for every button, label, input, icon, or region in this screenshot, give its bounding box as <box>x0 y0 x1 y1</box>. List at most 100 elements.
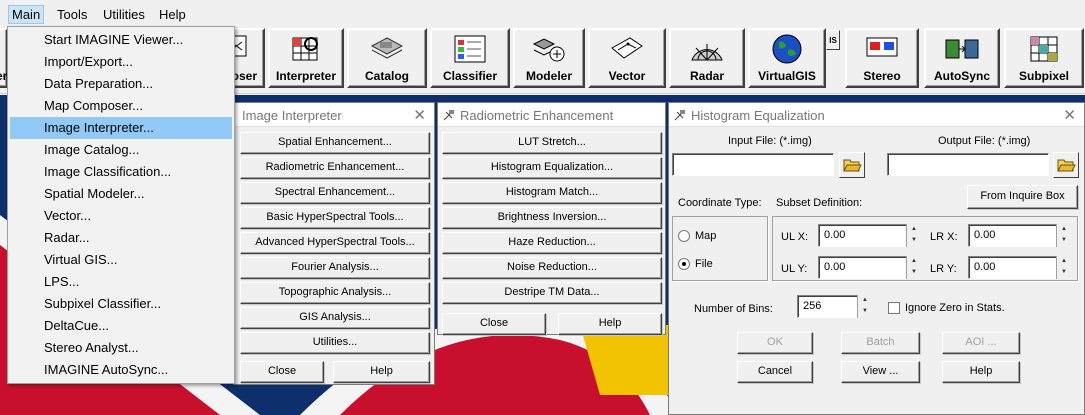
radiometric-enhancement-window: Radiometric Enhancement LUT Stretch... H… <box>437 102 666 335</box>
menu-tools[interactable]: Tools <box>53 5 91 24</box>
toolbar-label-stereo: Stereo <box>863 69 901 83</box>
close-icon[interactable]: ✕ <box>1063 106 1076 124</box>
menu-main[interactable]: Main <box>8 5 45 24</box>
spatial-enhancement-button[interactable]: Spatial Enhancement... <box>240 132 430 154</box>
toolbar-small-button[interactable]: IS <box>826 30 840 50</box>
brightness-inversion-button[interactable]: Brightness Inversion... <box>442 207 662 229</box>
bins-spinbox[interactable]: 256 ▲ ▼ <box>797 295 872 318</box>
menu-item-image-interpreter[interactable]: Image Interpreter... <box>10 117 232 139</box>
menu-item-stereo-analyst[interactable]: Stereo Analyst... <box>10 337 232 359</box>
globe-icon <box>772 34 802 64</box>
batch-button[interactable]: Batch <box>841 332 920 354</box>
file-radio[interactable] <box>678 258 690 270</box>
toolbar-button-interpreter[interactable]: Interpreter <box>268 28 344 88</box>
menu-item-radar[interactable]: Radar... <box>10 227 232 249</box>
output-folder-button[interactable] <box>1053 152 1079 178</box>
close-button[interactable]: Close <box>442 313 546 335</box>
haze-reduction-button[interactable]: Haze Reduction... <box>442 232 662 254</box>
toolbar-label-interpreter: Interpreter <box>275 69 337 83</box>
radar-icon <box>691 44 723 61</box>
lrx-label: LR X: <box>930 231 958 243</box>
output-file-field[interactable] <box>887 153 1049 176</box>
from-inquire-box-button[interactable]: From Inquire Box <box>967 185 1078 209</box>
menu-item-data-preparation[interactable]: Data Preparation... <box>10 73 232 95</box>
subset-definition-label: Subset Definition: <box>776 197 863 209</box>
ok-button[interactable]: OK <box>737 332 813 354</box>
menu-item-map-composer[interactable]: Map Composer... <box>10 95 232 117</box>
lrx-spin-arrows[interactable]: ▲ ▼ <box>1056 224 1071 247</box>
interpreter-icon <box>292 37 318 61</box>
ulx-spinbox[interactable]: 0.00 ▲ ▼ <box>818 224 921 247</box>
toolbar-button-vector[interactable]: Vector <box>588 28 666 88</box>
menu-item-image-classification[interactable]: Image Classification... <box>10 161 232 183</box>
noise-reduction-button[interactable]: Noise Reduction... <box>442 257 662 279</box>
menu-item-virtual-gis[interactable]: Virtual GIS... <box>10 249 232 271</box>
histogram-title: Histogram Equalization <box>691 108 825 123</box>
menu-item-autosync[interactable]: IMAGINE AutoSync... <box>10 359 232 381</box>
gis-analysis-button[interactable]: GIS Analysis... <box>240 307 430 329</box>
catalog-icon <box>370 37 404 59</box>
uly-spinbox[interactable]: 0.00 ▲ ▼ <box>818 256 921 279</box>
spectral-enhancement-button[interactable]: Spectral Enhancement... <box>240 182 430 204</box>
menu-item-vector[interactable]: Vector... <box>10 205 232 227</box>
toolbar-button-virtualgis[interactable]: VirtualGIS <box>748 28 826 88</box>
input-folder-button[interactable] <box>839 152 865 178</box>
lry-spinbox[interactable]: 0.00 ▲ ▼ <box>968 256 1071 279</box>
aoi-button[interactable]: AOI ... <box>942 332 1020 354</box>
menu-help[interactable]: Help <box>155 5 190 24</box>
toolbar-button-subpixel[interactable]: Subpixel <box>1004 28 1084 88</box>
ulx-spin-arrows[interactable]: ▲ ▼ <box>906 224 921 247</box>
map-radio[interactable] <box>678 230 690 242</box>
folder-open-icon <box>1057 159 1076 172</box>
modeler-icon <box>532 38 565 62</box>
menu-item-lps[interactable]: LPS... <box>10 271 232 293</box>
folder-open-icon <box>843 159 862 172</box>
basic-hyperspectral-button[interactable]: Basic HyperSpectral Tools... <box>240 207 430 229</box>
toolbar-button-radar[interactable]: Radar <box>669 28 745 88</box>
destripe-tm-button[interactable]: Destripe TM Data... <box>442 282 662 304</box>
lut-stretch-button[interactable]: LUT Stretch... <box>442 132 662 154</box>
toolbar-button-modeler[interactable]: Modeler <box>513 28 585 88</box>
histogram-equalization-button[interactable]: Histogram Equalization... <box>442 157 662 179</box>
histogram-match-button[interactable]: Histogram Match... <box>442 182 662 204</box>
toolbar-label-catalog: Catalog <box>364 69 409 83</box>
help-button[interactable]: Help <box>942 361 1020 383</box>
lry-spin-arrows[interactable]: ▲ ▼ <box>1056 256 1071 279</box>
radiometric-titlebar: Radiometric Enhancement <box>438 103 665 127</box>
ignore-zero-checkbox[interactable] <box>888 302 900 314</box>
app-icon <box>443 109 455 121</box>
input-file-field[interactable] <box>672 153 834 176</box>
close-button[interactable]: Close <box>240 361 324 383</box>
ignore-zero-label: Ignore Zero in Stats. <box>905 302 1005 314</box>
output-file-label: Output File: (*.img) <box>938 135 1031 147</box>
toolbar-button-stereo[interactable]: Stereo <box>845 28 919 88</box>
radiometric-enhancement-button[interactable]: Radiometric Enhancement... <box>240 157 430 179</box>
uly-label: UL Y: <box>781 263 808 275</box>
menu-item-spatial-modeler[interactable]: Spatial Modeler... <box>10 183 232 205</box>
close-icon[interactable]: ✕ <box>413 106 426 124</box>
lrx-spinbox[interactable]: 0.00 ▲ ▼ <box>968 224 1071 247</box>
menu-utilities[interactable]: Utilities <box>99 5 149 24</box>
main-menu-dropdown: Start IMAGINE Viewer... Import/Export...… <box>7 26 235 384</box>
menu-item-deltacue[interactable]: DeltaCue... <box>10 315 232 337</box>
view-button[interactable]: View ... <box>841 361 920 383</box>
image-interpreter-window: Image Interpreter ✕ Spatial Enhancement.… <box>233 102 435 385</box>
menu-item-subpixel-classifier[interactable]: Subpixel Classifier... <box>10 293 232 315</box>
toolbar-button-classifier[interactable]: Classifier <box>430 28 510 88</box>
uly-spin-arrows[interactable]: ▲ ▼ <box>906 256 921 279</box>
utilities-button[interactable]: Utilities... <box>240 332 430 354</box>
toolbar-label-classifier: Classifier <box>442 69 498 83</box>
menu-item-start-viewer[interactable]: Start IMAGINE Viewer... <box>10 29 232 51</box>
menu-item-import-export[interactable]: Import/Export... <box>10 51 232 73</box>
help-button[interactable]: Help <box>558 313 662 335</box>
topographic-analysis-button[interactable]: Topographic Analysis... <box>240 282 430 304</box>
menu-item-image-catalog[interactable]: Image Catalog... <box>10 139 232 161</box>
toolbar-button-catalog[interactable]: Catalog <box>347 28 427 88</box>
advanced-hyperspectral-button[interactable]: Advanced HyperSpectral Tools... <box>240 232 430 254</box>
fourier-analysis-button[interactable]: Fourier Analysis... <box>240 257 430 279</box>
toolbar-button-autosync[interactable]: AutoSync <box>924 28 1000 88</box>
cancel-button[interactable]: Cancel <box>737 361 813 383</box>
help-button[interactable]: Help <box>333 361 430 383</box>
bins-spin-arrows[interactable]: ▲ ▼ <box>857 295 872 318</box>
classifier-icon <box>454 35 486 63</box>
